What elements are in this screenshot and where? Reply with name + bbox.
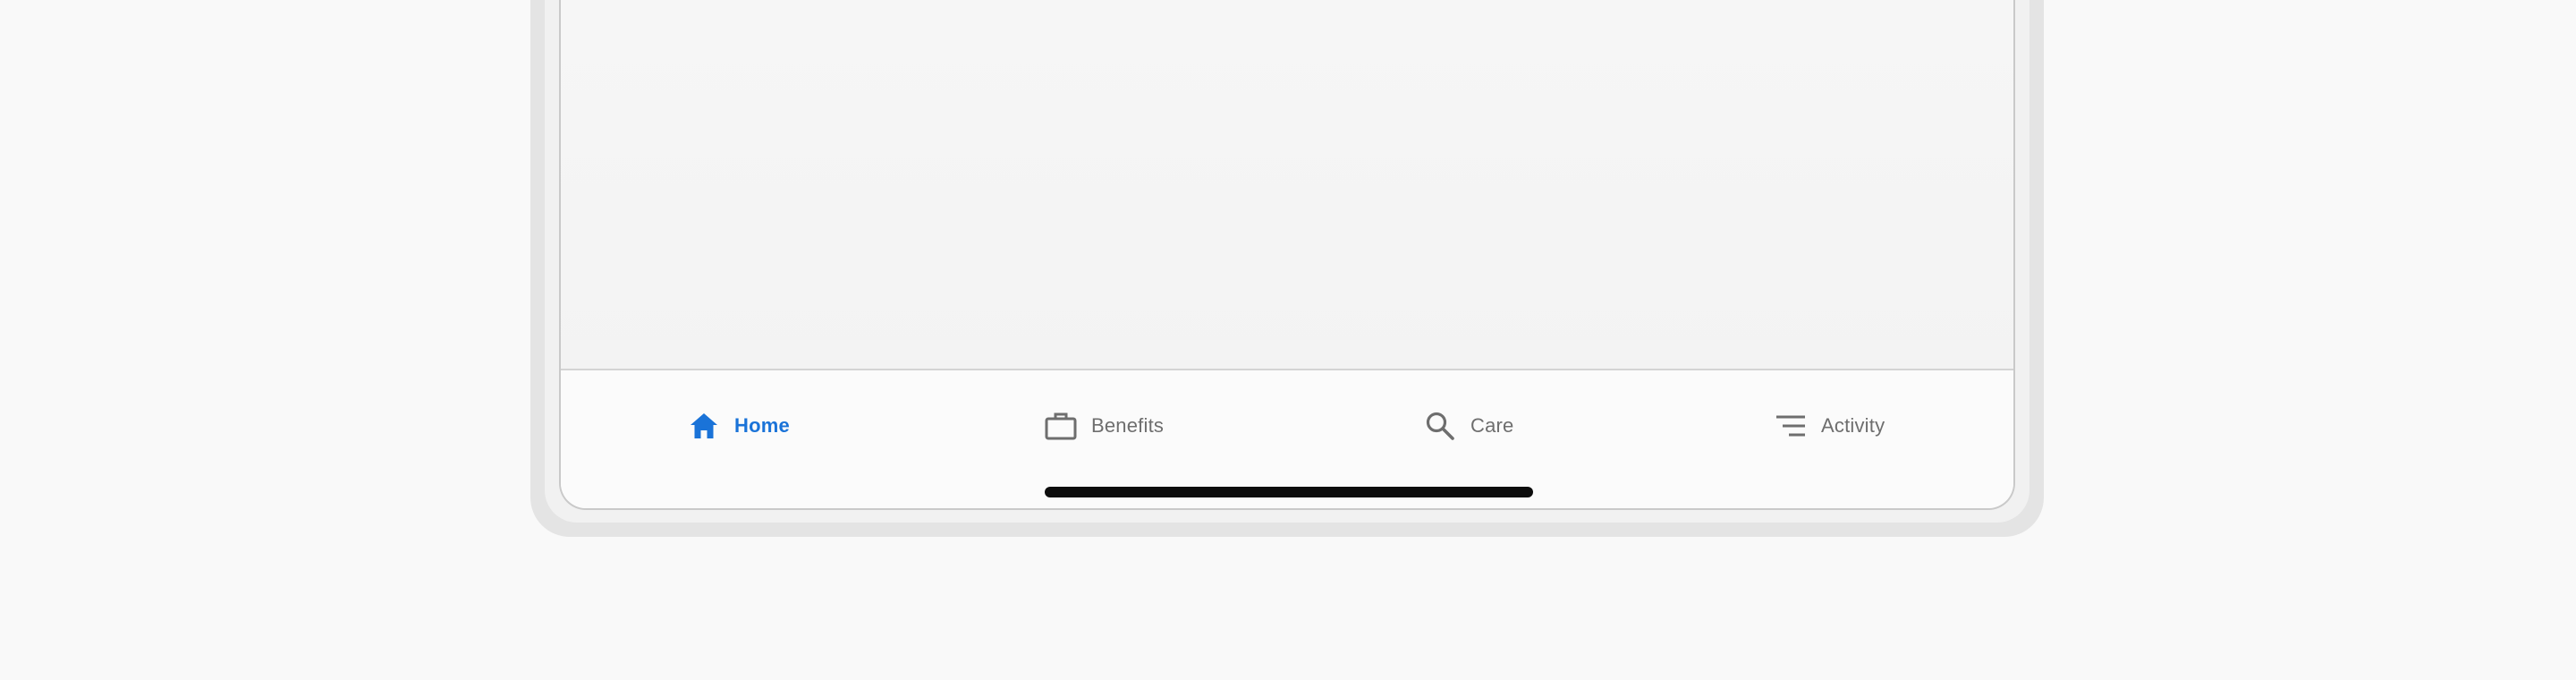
tab-care-label: Care xyxy=(1470,414,1514,437)
home-indicator[interactable] xyxy=(1045,487,1533,497)
tab-benefits[interactable]: Benefits xyxy=(1045,406,1164,446)
tab-home-label: Home xyxy=(734,414,790,437)
tab-activity-label: Activity xyxy=(1821,414,1885,437)
search-icon xyxy=(1424,410,1456,442)
briefcase-icon xyxy=(1045,410,1077,442)
home-icon xyxy=(688,410,720,442)
list-lines-icon xyxy=(1775,410,1807,442)
bottom-tab-bar: Home Benefits Care Activity xyxy=(561,370,2013,508)
tab-care[interactable]: Care xyxy=(1424,406,1514,446)
tab-benefits-label: Benefits xyxy=(1091,414,1165,437)
tab-home[interactable]: Home xyxy=(688,406,790,446)
app-screen: Home Benefits Care Activity xyxy=(559,0,2015,510)
content-area xyxy=(561,0,2013,370)
tab-activity[interactable]: Activity xyxy=(1775,406,1885,446)
stage: Home Benefits Care Activity xyxy=(0,0,2576,680)
